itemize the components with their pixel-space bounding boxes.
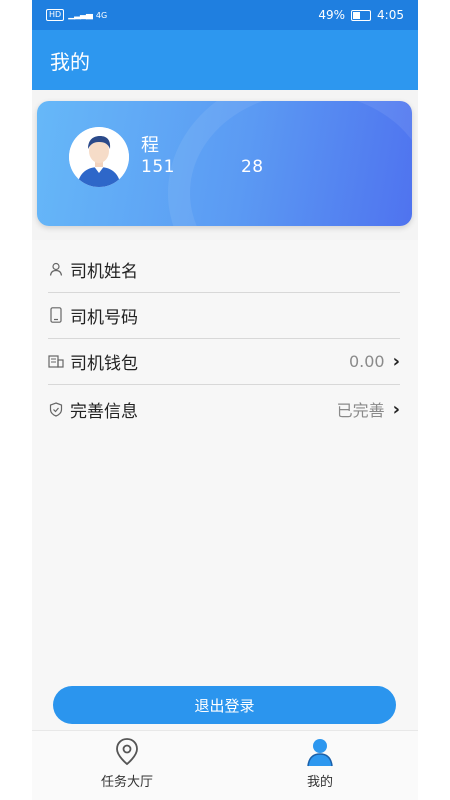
profile-card: 程 151 28 [37,101,412,226]
app-screen: HD ▁▂▃▄ 4G 49% 4:05 我的 程 151 28 司机姓名 司机号… [32,0,418,800]
status-left: HD ▁▂▃▄ 4G [46,9,107,21]
row-complete-info[interactable]: 完善信息 已完善 › [48,386,400,432]
page-title: 我的 [50,49,90,74]
network-type: 4G [95,10,108,20]
chevron-right-icon: › [392,398,400,420]
hd-badge-icon: HD [46,9,65,21]
location-pin-icon [116,738,138,766]
row-label: 司机号码 [70,307,138,328]
info-panel: 司机姓名 司机号码 司机钱包 0.00 › 完善信息 已完善 › [32,240,418,730]
row-label: 司机姓名 [70,261,138,282]
logout-button[interactable]: 退出登录 [53,686,396,724]
chevron-right-icon: › [392,350,400,372]
battery-icon [351,9,372,21]
status-right: 49% 4:05 [318,8,404,22]
person-icon [48,261,64,277]
bottom-tab-bar: 任务大厅 我的 [32,730,418,800]
info-status: 已完善 [336,401,385,420]
battery-percent: 49% [318,8,346,22]
row-label: 完善信息 [70,401,138,422]
avatar-icon [69,127,129,187]
user-name: 程 [141,135,159,156]
status-bar: HD ▁▂▃▄ 4G 49% 4:05 [32,0,418,30]
user-phone: 151 28 [141,157,264,177]
phone-icon [48,307,64,323]
row-driver-phone: 司机号码 [48,292,400,339]
tab-mine[interactable]: 我的 [260,737,380,797]
wallet-icon [48,353,64,369]
tab-label: 任务大厅 [100,775,153,790]
tab-task-hall[interactable]: 任务大厅 [67,737,187,797]
phone-prefix: 151 [141,157,175,177]
tab-label: 我的 [306,775,333,790]
row-driver-wallet[interactable]: 司机钱包 0.00 › [48,338,400,385]
clock: 4:05 [377,8,404,22]
shield-icon [48,401,64,417]
user-icon [307,739,333,767]
row-label: 司机钱包 [70,353,138,374]
row-driver-name: 司机姓名 [48,246,400,293]
phone-suffix: 28 [240,157,264,177]
avatar[interactable] [69,127,129,187]
signal-icon: ▁▂▃▄ [68,10,93,20]
app-header: 我的 [32,30,418,90]
wallet-balance: 0.00 [348,351,385,371]
